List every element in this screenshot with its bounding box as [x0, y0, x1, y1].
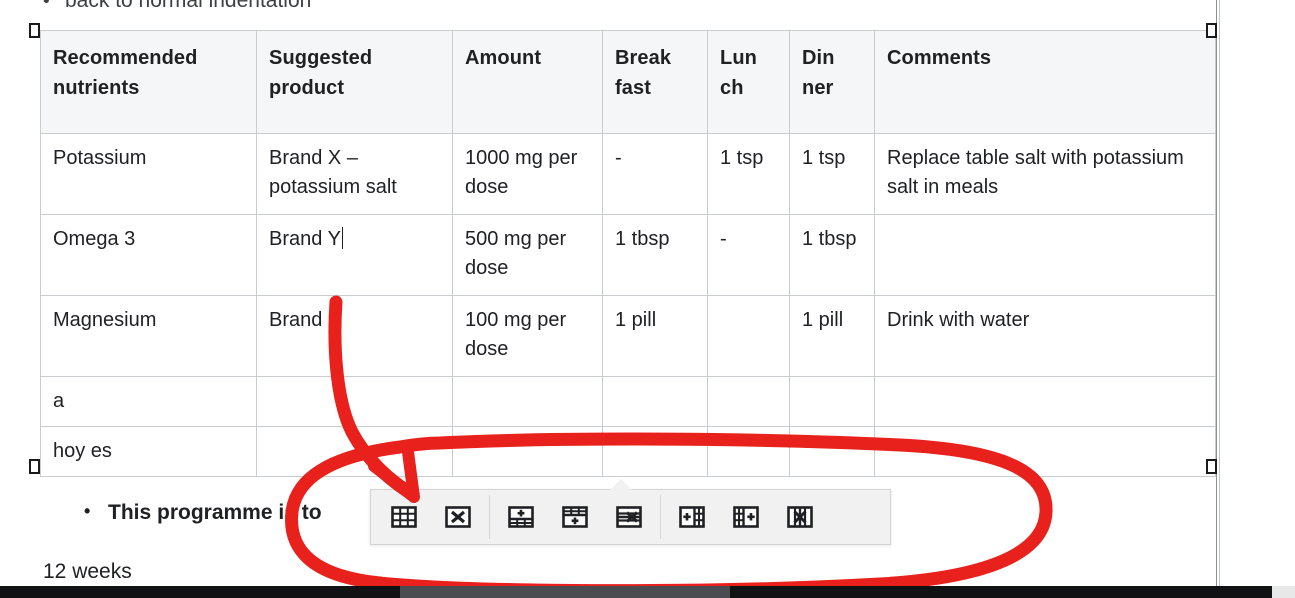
insert-column-left-icon [678, 505, 706, 529]
insert-row-below-button[interactable] [548, 495, 602, 539]
cell-breakfast[interactable] [602, 376, 708, 427]
bullet-glyph: • [84, 501, 91, 521]
column-header-comments[interactable]: Comments [874, 30, 1216, 134]
delete-column-icon [786, 505, 814, 529]
cell-lunch[interactable] [707, 376, 790, 427]
cell-breakfast[interactable]: - [602, 133, 708, 215]
cell-nutrient[interactable]: Potassium [40, 133, 257, 215]
cell-breakfast[interactable] [602, 426, 708, 477]
toolbar-separator [489, 495, 490, 539]
cell-amount[interactable] [452, 426, 603, 477]
cell-amount[interactable]: 100 mg per dose [452, 295, 603, 377]
bottom-screen-strip [0, 586, 1295, 598]
table-resize-handle-bottom-right[interactable] [1206, 459, 1217, 474]
cell-amount[interactable]: 1000 mg per dose [452, 133, 603, 215]
cell-comments[interactable] [874, 426, 1216, 477]
bottom-strip-segment [400, 586, 730, 598]
insert-table-button[interactable] [377, 495, 431, 539]
cell-dinner[interactable]: 1 tbsp [789, 214, 875, 296]
cell-nutrient[interactable]: a [40, 376, 257, 427]
cell-dinner[interactable]: 1 pill [789, 295, 875, 377]
weeks-line: 12 weeks [43, 560, 132, 583]
insert-table-icon [390, 505, 418, 529]
insert-column-right-icon [732, 505, 760, 529]
table-resize-handle-top-right[interactable] [1206, 23, 1217, 38]
table-resize-handle-top-left[interactable] [29, 23, 40, 38]
below-table-bullet-line: • This programme is to [84, 496, 322, 528]
table-row: hoy es [40, 426, 1216, 477]
cell-lunch[interactable]: - [707, 214, 790, 296]
table-row: Magnesium Brand Z 100 mg per dose 1 pill… [40, 295, 1216, 377]
toolbar-group-table [377, 490, 485, 544]
table-row: Omega 3 Brand Y 500 mg per dose 1 tbsp -… [40, 214, 1216, 296]
column-header-recommended-nutrients[interactable]: Recommended nutrients [40, 30, 257, 134]
insert-row-below-icon [561, 505, 589, 529]
toolbar-group-columns [665, 490, 827, 544]
cell-dinner[interactable] [789, 376, 875, 427]
cell-comments[interactable]: Replace table salt with potassium salt i… [874, 133, 1216, 215]
column-header-lunch[interactable]: Lun ch [707, 30, 790, 134]
below-table-bullet-text: This programme is to [108, 501, 322, 524]
text-cursor [341, 227, 344, 249]
cell-product[interactable] [256, 376, 453, 427]
page-right-shadow [1219, 0, 1220, 586]
insert-column-right-button[interactable] [719, 495, 773, 539]
cell-breakfast[interactable]: 1 tbsp [602, 214, 708, 296]
delete-table-button[interactable] [431, 495, 485, 539]
table-toolbar[interactable] [370, 478, 891, 545]
column-header-suggested-product[interactable]: Suggested product [256, 30, 453, 134]
cut-off-bullet-text: back to normal indentation [65, 0, 312, 12]
cell-lunch[interactable] [707, 426, 790, 477]
cell-nutrient[interactable]: Magnesium [40, 295, 257, 377]
delete-table-icon [444, 505, 472, 529]
toolbar-pointer-notch [609, 478, 633, 490]
cell-comments[interactable]: Drink with water [874, 295, 1216, 377]
cell-dinner[interactable]: 1 tsp [789, 133, 875, 215]
cell-nutrient[interactable]: Omega 3 [40, 214, 257, 296]
insert-row-above-button[interactable] [494, 495, 548, 539]
document-page: • back to normal indentation Recommended … [0, 0, 1295, 598]
cut-off-bullet-line: • back to normal indentation [43, 0, 1143, 15]
cell-lunch[interactable] [707, 295, 790, 377]
table-header-row: Recommended nutrients Suggested product … [40, 30, 1216, 134]
cell-comments[interactable] [874, 376, 1216, 427]
cell-comments[interactable] [874, 214, 1216, 296]
cell-product-text: Brand Y [269, 228, 341, 250]
column-header-dinner[interactable]: Din ner [789, 30, 875, 134]
cell-lunch[interactable]: 1 tsp [707, 133, 790, 215]
table-row: a [40, 376, 1216, 427]
page-right-edge [1216, 0, 1217, 586]
column-header-amount[interactable]: Amount [452, 30, 603, 134]
toolbar-separator [660, 495, 661, 539]
cell-nutrient[interactable]: hoy es [40, 426, 257, 477]
delete-row-button[interactable] [602, 495, 656, 539]
column-header-breakfast[interactable]: Break fast [602, 30, 708, 134]
cell-product[interactable]: Brand Z [256, 295, 453, 377]
bullet-glyph: • [43, 0, 50, 12]
cell-amount[interactable] [452, 376, 603, 427]
cell-amount[interactable]: 500 mg per dose [452, 214, 603, 296]
nutrients-table[interactable]: Recommended nutrients Suggested product … [40, 30, 1216, 477]
cell-dinner[interactable] [789, 426, 875, 477]
insert-column-left-button[interactable] [665, 495, 719, 539]
cell-product[interactable]: Brand X – potassium salt [256, 133, 453, 215]
delete-row-icon [615, 505, 643, 529]
insert-row-above-icon [507, 505, 535, 529]
cell-product[interactable] [256, 426, 453, 477]
cell-product-focused[interactable]: Brand Y [256, 214, 453, 296]
table-resize-handle-bottom-left[interactable] [29, 459, 40, 474]
toolbar-group-rows [494, 490, 656, 544]
table-row: Potassium Brand X – potassium salt 1000 … [40, 133, 1216, 215]
cell-breakfast[interactable]: 1 pill [602, 295, 708, 377]
delete-column-button[interactable] [773, 495, 827, 539]
bottom-strip-corner [1272, 586, 1295, 598]
